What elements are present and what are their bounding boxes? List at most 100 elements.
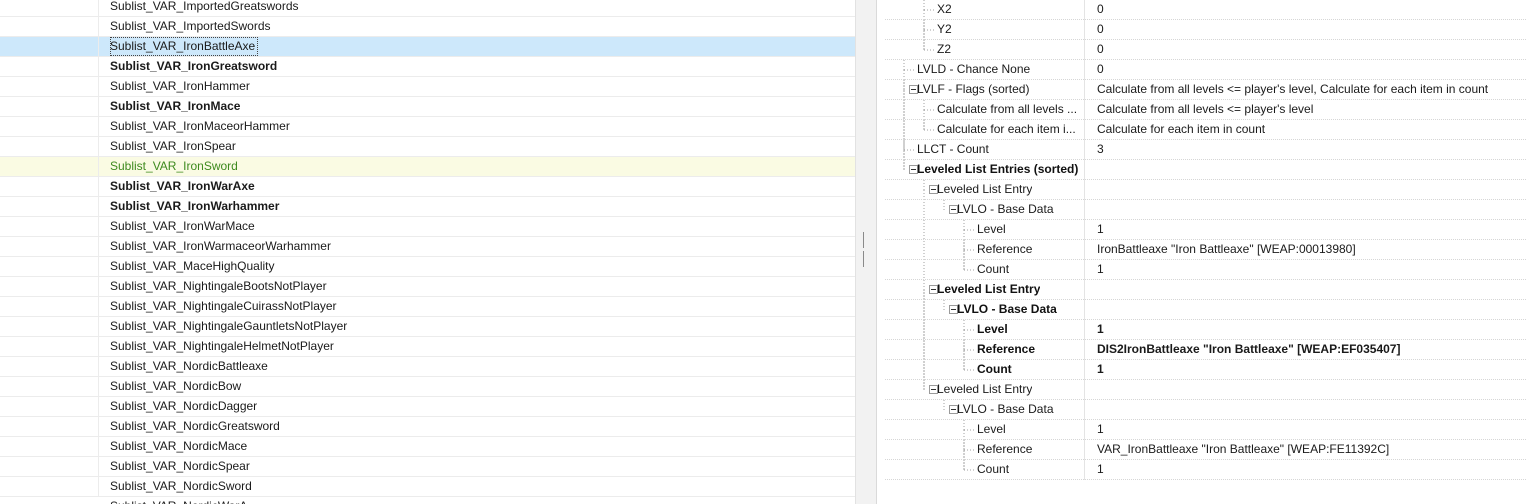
record-field-row[interactable]: Leveled List Entry	[885, 180, 1526, 200]
record-field-row[interactable]: Level 1	[885, 420, 1526, 440]
record-list-row[interactable]: Sublist_VAR_NordicDagger	[0, 397, 855, 417]
record-field-row[interactable]: Calculate from all levels ... Calculate f…	[885, 100, 1526, 120]
record-field-row[interactable]: Y2 0	[885, 20, 1526, 40]
field-name: X2	[937, 2, 952, 16]
record-editor-id: Sublist_VAR_IronGreatsword	[110, 59, 278, 73]
field-name: Level	[977, 222, 1006, 236]
record-editor-id: Sublist_VAR_IronWarhammer	[110, 199, 280, 213]
column-divider	[98, 0, 99, 17]
column-divider	[1084, 420, 1085, 440]
record-field-row[interactable]: LVLO - Base Data	[885, 400, 1526, 420]
record-field-row[interactable]: Reference IronBattleaxe "Iron Battleaxe" …	[885, 240, 1526, 260]
field-name: Calculate from all levels ...	[937, 102, 1078, 116]
column-divider	[98, 477, 99, 497]
field-name: Leveled List Entry	[937, 182, 1033, 196]
record-list-row[interactable]: Sublist_VAR_NightingaleCuirassNotPlayer	[0, 297, 855, 317]
record-editor-id-partial: Sublist_VAR_NordicWarA...	[110, 497, 257, 504]
column-divider	[98, 17, 99, 37]
record-field-row[interactable]: X2 0	[885, 0, 1526, 20]
column-divider	[1084, 300, 1085, 320]
column-divider	[98, 177, 99, 197]
record-field-row[interactable]: Reference DIS2IronBattleaxe "Iron Battlea…	[885, 340, 1526, 360]
record-field-row[interactable]: Level 1	[885, 320, 1526, 340]
record-list-row[interactable]: Sublist_VAR_IronMace	[0, 97, 855, 117]
column-divider	[1084, 460, 1085, 480]
column-divider	[1084, 80, 1085, 100]
record-field-row[interactable]: LVLO - Base Data	[885, 300, 1526, 320]
record-list-row[interactable]: Sublist_VAR_IronMaceorHammer	[0, 117, 855, 137]
record-list-row[interactable]: Sublist_VAR_IronSpear	[0, 137, 855, 157]
column-divider	[1084, 400, 1085, 420]
field-name: Count	[977, 362, 1012, 376]
record-editor-id: Sublist_VAR_NightingaleGauntletsNotPlaye…	[110, 319, 348, 333]
record-field-row[interactable]: Level 1	[885, 220, 1526, 240]
record-list-row[interactable]: Sublist_VAR_ImportedGreatswords	[0, 0, 855, 17]
field-name: LVLD - Chance None	[917, 62, 1031, 76]
field-name: LVLF - Flags (sorted)	[917, 82, 1030, 96]
record-field-row[interactable]: Calculate for each item i... Calculate fo…	[885, 120, 1526, 140]
record-list-row[interactable]: Sublist_VAR_IronWarmaceorWarhammer	[0, 237, 855, 257]
record-field-row[interactable]: LVLF - Flags (sorted) Calculate from all …	[885, 80, 1526, 100]
record-list-row[interactable]: Sublist_VAR_NordicMace	[0, 437, 855, 457]
field-name: LLCT - Count	[917, 142, 989, 156]
record-list-row[interactable]: Sublist_VAR_NordicSword	[0, 477, 855, 497]
record-field-row[interactable]: Count 1	[885, 460, 1526, 480]
column-divider	[98, 257, 99, 277]
field-name: Level	[977, 422, 1006, 436]
record-field-row[interactable]: Leveled List Entries (sorted)	[885, 160, 1526, 180]
column-divider	[98, 237, 99, 257]
field-value: 1	[1097, 362, 1104, 376]
record-editor-id: Sublist_VAR_NordicBattleaxe	[110, 359, 268, 373]
splitter-grip-icon	[863, 232, 868, 267]
record-list-row[interactable]: Sublist_VAR_IronBattleAxe	[0, 37, 855, 57]
column-divider	[98, 337, 99, 357]
record-list-row[interactable]: Sublist_VAR_NightingaleGauntletsNotPlaye…	[0, 317, 855, 337]
record-field-row[interactable]: LVLO - Base Data	[885, 200, 1526, 220]
record-field-row[interactable]: LVLD - Chance None 0	[885, 60, 1526, 80]
record-list-row[interactable]: Sublist_VAR_IronWarAxe	[0, 177, 855, 197]
column-divider	[1084, 20, 1085, 40]
record-field-row[interactable]: Reference VAR_IronBattleaxe "Iron Battlea…	[885, 440, 1526, 460]
record-list-row[interactable]: Sublist_VAR_NordicGreatsword	[0, 417, 855, 437]
record-list-row[interactable]: Sublist_VAR_NordicBattleaxe	[0, 357, 855, 377]
column-divider	[98, 417, 99, 437]
column-divider	[1084, 180, 1085, 200]
record-list-row[interactable]: Sublist_VAR_IronSword	[0, 157, 855, 177]
record-view-pane[interactable]: X2 0 Y2 0 Z2 0 LVLD - Chance None 0 LVLF - Flags…	[885, 0, 1526, 504]
record-list-row[interactable]: Sublist_VAR_NordicBow	[0, 377, 855, 397]
field-value: Calculate for each item in count	[1097, 122, 1266, 136]
column-divider	[1084, 0, 1085, 20]
record-field-row[interactable]: Count 1	[885, 260, 1526, 280]
record-editor-id: Sublist_VAR_MaceHighQuality	[110, 259, 275, 273]
column-divider	[1084, 60, 1085, 80]
record-list-row[interactable]: Sublist_VAR_IronHammer	[0, 77, 855, 97]
record-editor-id: Sublist_VAR_NordicDagger	[110, 399, 258, 413]
record-list-row[interactable]: Sublist_VAR_IronWarhammer	[0, 197, 855, 217]
record-editor-id: Sublist_VAR_NordicSword	[110, 479, 252, 493]
record-field-row[interactable]: LLCT - Count 3	[885, 140, 1526, 160]
column-divider	[1084, 440, 1085, 460]
field-name: Leveled List Entry	[937, 382, 1033, 396]
column-divider	[98, 197, 99, 217]
record-list-row[interactable]: Sublist_VAR_MaceHighQuality	[0, 257, 855, 277]
field-value: 1	[1097, 262, 1104, 276]
pane-splitter[interactable]	[855, 0, 877, 504]
record-list-row[interactable]: Sublist_VAR_NightingaleBootsNotPlayer	[0, 277, 855, 297]
column-divider	[98, 377, 99, 397]
field-name: Reference	[977, 442, 1033, 456]
record-list-row[interactable]: Sublist_VAR_IronGreatsword	[0, 57, 855, 77]
record-list-row[interactable]: Sublist_VAR_IronWarMace	[0, 217, 855, 237]
record-list-row[interactable]: Sublist_VAR_NordicSpear	[0, 457, 855, 477]
record-list-row[interactable]: Sublist_VAR_ImportedSwords	[0, 17, 855, 37]
record-field-row[interactable]: Leveled List Entry	[885, 380, 1526, 400]
record-field-row[interactable]: Leveled List Entry	[885, 280, 1526, 300]
record-field-row[interactable]: Z2 0	[885, 40, 1526, 60]
column-divider	[98, 397, 99, 417]
column-divider	[98, 77, 99, 97]
field-value: Calculate from all levels <= player's le…	[1097, 82, 1489, 96]
record-list-row[interactable]: Sublist_VAR_NightingaleHelmetNotPlayer	[0, 337, 855, 357]
column-divider	[1084, 320, 1085, 340]
record-field-row[interactable]: Count 1	[885, 360, 1526, 380]
field-name: Level	[977, 322, 1008, 336]
record-list-pane[interactable]: Sublist_VAR_ImportedGreatswords Sublist_V…	[0, 0, 855, 504]
